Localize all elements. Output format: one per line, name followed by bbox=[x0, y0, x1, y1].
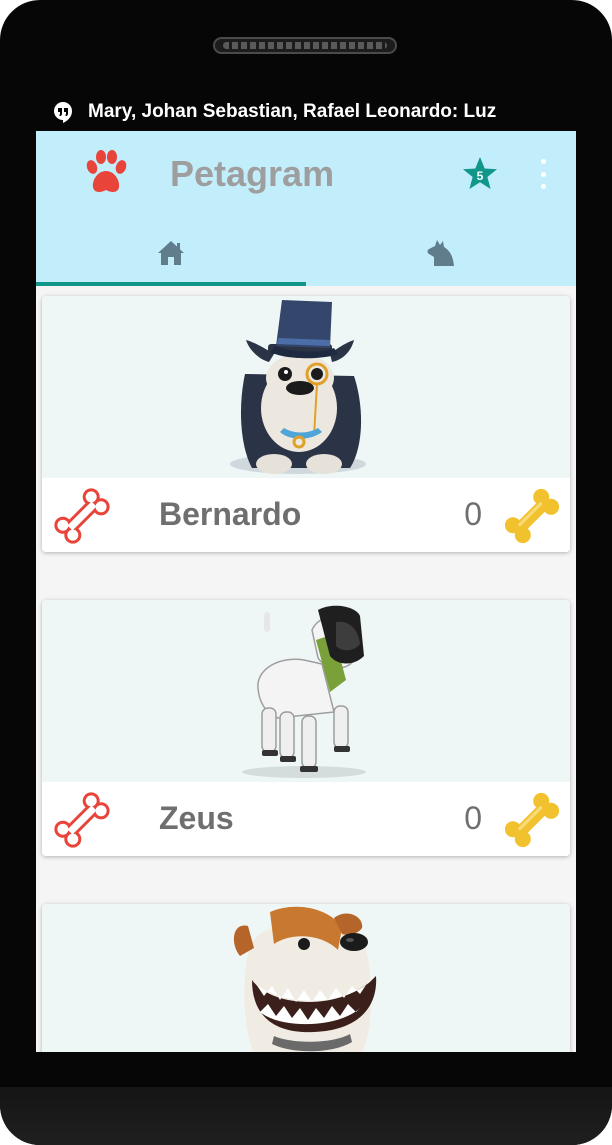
tab-home[interactable] bbox=[36, 219, 306, 286]
like-count: 0 bbox=[464, 800, 482, 836]
pet-card: Bernardo 0 bbox=[42, 296, 570, 552]
overflow-menu-button[interactable] bbox=[533, 159, 553, 189]
grinning-terrier-image bbox=[233, 906, 377, 1052]
pet-photo bbox=[42, 296, 570, 478]
pet-name: Zeus bbox=[159, 800, 234, 836]
menu-dot bbox=[540, 159, 546, 164]
dog-profile-icon bbox=[427, 239, 454, 266]
earpiece-speaker bbox=[213, 37, 397, 54]
like-bone-icon[interactable] bbox=[50, 484, 114, 548]
tab-pet-profile[interactable] bbox=[306, 219, 576, 286]
menu-dot bbox=[540, 184, 546, 189]
app-screen: Petagram 5 Bernardo 0 Zeus 0 bbox=[36, 131, 576, 1052]
pet-name: Bernardo bbox=[159, 496, 302, 532]
app-title: Petagram bbox=[170, 153, 335, 194]
app-bar: Petagram 5 bbox=[36, 131, 576, 286]
menu-dot bbox=[540, 171, 546, 177]
hangouts-quote-icon bbox=[54, 102, 72, 123]
pet-card bbox=[42, 904, 570, 1052]
pet-photo bbox=[42, 600, 570, 782]
favorites-button[interactable]: 5 bbox=[461, 155, 499, 193]
home-icon bbox=[158, 240, 184, 265]
like-count: 0 bbox=[464, 496, 482, 532]
pet-photo bbox=[42, 904, 570, 1052]
robot-dog-image bbox=[242, 605, 366, 778]
status-notification[interactable]: Mary, Johan Sebastian, Rafael Leonardo: … bbox=[36, 93, 576, 131]
rating-bone-icon bbox=[504, 792, 560, 848]
favorites-count: 5 bbox=[477, 169, 484, 183]
star-badge-icon: 5 bbox=[463, 157, 497, 189]
bottom-bezel bbox=[0, 1087, 612, 1145]
selected-tab-indicator bbox=[36, 282, 306, 286]
paw-icon bbox=[86, 150, 127, 192]
pet-card-footer: Zeus 0 bbox=[42, 782, 570, 856]
phone-device: Mary, Johan Sebastian, Rafael Leonardo: … bbox=[0, 0, 612, 1145]
pet-card: Zeus 0 bbox=[42, 600, 570, 856]
notification-text: Mary, Johan Sebastian, Rafael Leonardo: … bbox=[88, 101, 497, 122]
rating-bone-icon bbox=[504, 488, 560, 544]
pet-card-footer: Bernardo 0 bbox=[42, 478, 570, 552]
bulldog-top-hat-image bbox=[230, 300, 366, 474]
like-bone-icon[interactable] bbox=[50, 788, 114, 852]
